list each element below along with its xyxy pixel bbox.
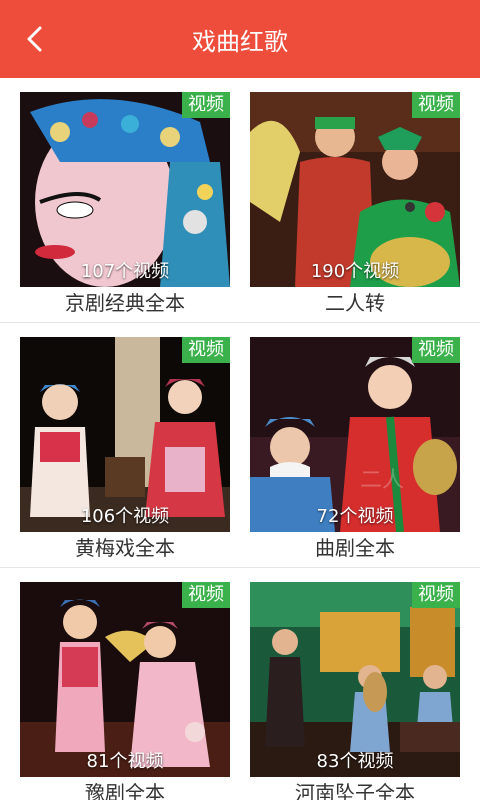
category-grid: 视频 107个视频 京剧经典全本 视频 190个视频 二人转 视频 106个视频… <box>0 78 480 800</box>
thumbnail-image: 视频 83个视频 <box>250 582 460 777</box>
video-count: 107个视频 <box>80 261 170 282</box>
video-badge: 视频 <box>412 337 460 363</box>
svg-text:二人: 二人 <box>360 468 404 493</box>
video-count: 190个视频 <box>310 261 400 282</box>
video-count: 72个视频 <box>316 506 394 527</box>
category-name: 黄梅戏全本 <box>75 536 175 560</box>
video-count: 83个视频 <box>316 751 394 772</box>
page-title: 戏曲红歌 <box>192 27 288 56</box>
grid-row: 视频 81个视频 豫剧全本 视频 83个视频 河南坠子全本 <box>0 568 480 800</box>
app-header: 戏曲红歌 <box>0 0 480 78</box>
chevron-left-icon[interactable] <box>22 25 50 53</box>
category-name: 曲剧全本 <box>315 536 395 560</box>
category-name: 豫剧全本 <box>85 781 165 800</box>
thumbnail-image: 二人 视频 72个视频 <box>250 337 460 532</box>
video-count: 81个视频 <box>86 751 164 772</box>
video-badge: 视频 <box>412 582 460 608</box>
category-card-jingju[interactable]: 视频 107个视频 京剧经典全本 <box>20 78 230 322</box>
grid-row: 视频 106个视频 黄梅戏全本 二人 视频 72个视频 曲剧全本 <box>0 323 480 568</box>
category-name: 二人转 <box>325 291 385 315</box>
category-card-errenzhuan[interactable]: 视频 190个视频 二人转 <box>250 78 460 322</box>
category-card-quju[interactable]: 二人 视频 72个视频 曲剧全本 <box>250 323 460 567</box>
video-badge: 视频 <box>182 337 230 363</box>
category-card-yuju[interactable]: 视频 81个视频 豫剧全本 <box>20 568 230 800</box>
video-badge: 视频 <box>182 92 230 118</box>
category-name: 京剧经典全本 <box>65 291 185 315</box>
category-card-henan-zhuizi[interactable]: 视频 83个视频 河南坠子全本 <box>250 568 460 800</box>
category-name: 河南坠子全本 <box>295 781 415 800</box>
thumbnail-image: 视频 190个视频 <box>250 92 460 287</box>
grid-row: 视频 107个视频 京剧经典全本 视频 190个视频 二人转 <box>0 78 480 323</box>
video-badge: 视频 <box>182 582 230 608</box>
thumbnail-image: 视频 81个视频 <box>20 582 230 777</box>
video-count: 106个视频 <box>80 506 170 527</box>
video-badge: 视频 <box>412 92 460 118</box>
thumbnail-image: 视频 107个视频 <box>20 92 230 287</box>
category-card-huangmeixi[interactable]: 视频 106个视频 黄梅戏全本 <box>20 323 230 567</box>
thumbnail-image: 视频 106个视频 <box>20 337 230 532</box>
